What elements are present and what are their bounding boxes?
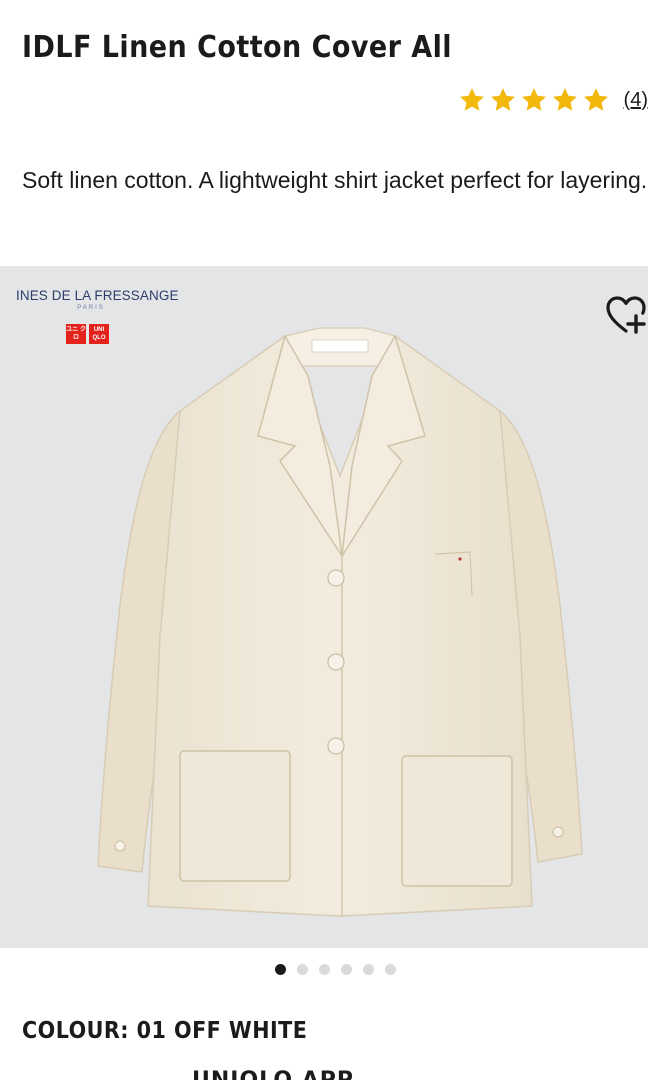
star-icon [490, 88, 515, 111]
heart-plus-icon[interactable] [604, 294, 648, 336]
product-description: Soft linen cotton. A lightweight shirt j… [22, 167, 648, 193]
gallery-dot[interactable] [275, 964, 286, 975]
product-page: IDLF Linen Cotton Cover All (4) Soft lin… [0, 0, 648, 1080]
rating-stars [458, 86, 610, 114]
review-count-link[interactable]: (4) [624, 89, 648, 112]
star-icon [459, 88, 484, 111]
brand-name: INES DE LA FRESSANGE [16, 288, 179, 303]
product-image-gallery[interactable]: INES DE LA FRESSANGE PARIS ユニ クロ UNI QLO [0, 266, 648, 948]
gallery-dot[interactable] [341, 964, 352, 975]
product-rating[interactable]: (4) [458, 86, 648, 114]
gallery-dot[interactable] [297, 964, 308, 975]
star-icon [521, 88, 546, 111]
gallery-dot[interactable] [363, 964, 374, 975]
app-banner-heading: UNIQLO APP [192, 1068, 354, 1080]
colour-label: COLOUR: 01 OFF WHITE [22, 1018, 308, 1044]
product-image-jacket [97, 327, 583, 917]
gallery-pagination [0, 964, 648, 976]
gallery-dot[interactable] [319, 964, 330, 975]
star-icon [552, 88, 577, 111]
gallery-dot[interactable] [385, 964, 396, 975]
star-icon [583, 88, 608, 111]
product-title: IDLF Linen Cotton Cover All [22, 30, 453, 65]
